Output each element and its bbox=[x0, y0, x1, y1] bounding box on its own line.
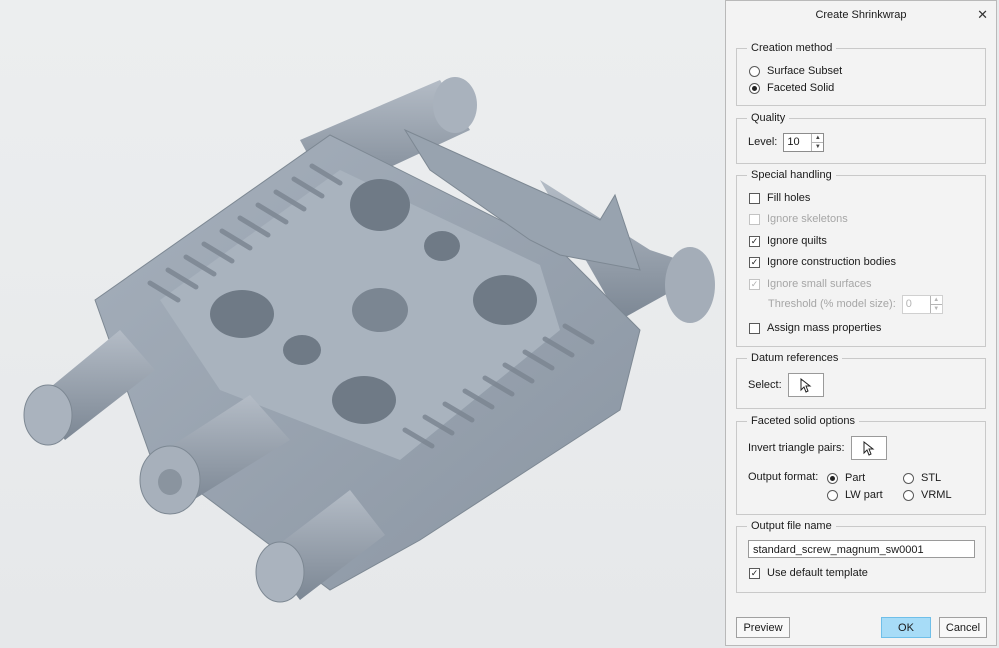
radio-format-vrml[interactable]: VRML bbox=[903, 486, 952, 504]
checkbox[interactable]: ✓ bbox=[749, 235, 760, 247]
datum-references-group: Datum references Select: bbox=[736, 351, 986, 409]
radio-button[interactable] bbox=[749, 82, 760, 94]
checkbox-label: Fill holes bbox=[767, 192, 811, 204]
cancel-button[interactable]: Cancel bbox=[939, 617, 987, 638]
radio-label: LW part bbox=[845, 489, 883, 501]
creation-method-group: Creation method Surface Subset Faceted S… bbox=[736, 41, 986, 106]
checkbox-fill-holes[interactable]: Fill holes bbox=[749, 189, 810, 207]
datum-select-row: Select: bbox=[748, 373, 824, 397]
radio-label: VRML bbox=[921, 489, 952, 501]
invert-label: Invert triangle pairs: bbox=[748, 442, 845, 454]
stepper-up-icon[interactable]: ▲ bbox=[812, 134, 824, 143]
close-icon[interactable]: ✕ bbox=[977, 1, 988, 29]
threshold-stepper: 0 ▲ ▼ bbox=[901, 294, 943, 314]
faceted-solid-options-group: Faceted solid options Invert triangle pa… bbox=[736, 414, 986, 515]
dialog-titlebar[interactable]: Create Shrinkwrap ✕ bbox=[726, 1, 996, 29]
cursor-arrow-icon bbox=[800, 377, 812, 393]
creation-method-legend: Creation method bbox=[747, 41, 837, 55]
stepper-down-icon[interactable]: ▼ bbox=[812, 143, 823, 151]
output-file-group: Output file name standard_screw_magnum_s… bbox=[736, 519, 986, 593]
output-format-label: Output format: bbox=[748, 471, 819, 483]
invert-triangle-row: Invert triangle pairs: bbox=[748, 436, 887, 460]
shrinkwrap-model bbox=[23, 77, 715, 603]
radio-label: Surface Subset bbox=[767, 65, 843, 77]
invert-select-button[interactable] bbox=[850, 436, 887, 460]
stepper-down-icon: ▼ bbox=[933, 305, 940, 312]
threshold-row: Threshold (% model size): 0 ▲ ▼ bbox=[768, 294, 943, 314]
level-label: Level: bbox=[748, 136, 778, 148]
level-value[interactable]: 10 bbox=[784, 134, 811, 151]
radio-label: Part bbox=[845, 472, 866, 484]
radio-label: Faceted Solid bbox=[767, 82, 835, 94]
radio-surface-subset[interactable]: Surface Subset bbox=[749, 62, 842, 80]
select-label: Select: bbox=[748, 379, 782, 391]
special-handling-group: Special handling Fill holes Ignore skele… bbox=[736, 168, 986, 347]
level-stepper[interactable]: 10 ▲ ▼ bbox=[783, 132, 825, 152]
quality-legend: Quality bbox=[747, 111, 790, 125]
quality-group: Quality Level: 10 ▲ ▼ bbox=[736, 111, 986, 164]
checkbox-ignore-quilts[interactable]: ✓ Ignore quilts bbox=[749, 232, 827, 250]
create-shrinkwrap-dialog: Create Shrinkwrap ✕ Creation method Surf… bbox=[725, 0, 997, 646]
radio-button[interactable] bbox=[903, 489, 914, 501]
preview-button[interactable]: Preview bbox=[736, 617, 790, 638]
ok-button[interactable]: OK bbox=[881, 617, 931, 638]
checkbox bbox=[749, 213, 760, 225]
checkbox-label: Assign mass properties bbox=[767, 322, 882, 334]
radio-button[interactable] bbox=[827, 472, 838, 484]
stepper-up-icon: ▲ bbox=[930, 296, 942, 305]
radio-label: STL bbox=[921, 472, 942, 484]
radio-button[interactable] bbox=[903, 472, 914, 484]
radio-format-stl[interactable]: STL bbox=[903, 469, 941, 487]
checkbox-label: Ignore small surfaces bbox=[767, 278, 872, 290]
radio-button[interactable] bbox=[827, 489, 838, 501]
threshold-label: Threshold (% model size): bbox=[768, 298, 896, 310]
threshold-value: 0 bbox=[905, 297, 912, 310]
checkbox: ✓ bbox=[749, 278, 760, 290]
cursor-arrow-icon bbox=[863, 440, 875, 456]
checkbox[interactable]: ✓ bbox=[749, 256, 760, 268]
checkbox-label: Ignore construction bodies bbox=[767, 256, 897, 268]
checkbox-ignore-construction-bodies[interactable]: ✓ Ignore construction bodies bbox=[749, 253, 896, 271]
checkbox[interactable] bbox=[749, 322, 760, 334]
checkbox[interactable] bbox=[749, 192, 760, 204]
checkbox-label: Use default template bbox=[767, 567, 868, 579]
output-file-name-input[interactable]: standard_screw_magnum_sw0001 bbox=[748, 540, 975, 558]
checkbox-label: Ignore quilts bbox=[767, 235, 827, 247]
datum-select-button[interactable] bbox=[787, 373, 824, 397]
quality-level-row: Level: 10 ▲ ▼ bbox=[748, 132, 825, 152]
datum-references-legend: Datum references bbox=[747, 351, 843, 365]
model-viewport[interactable] bbox=[0, 0, 725, 648]
checkbox-label: Ignore skeletons bbox=[767, 213, 848, 225]
checkbox[interactable]: ✓ bbox=[749, 567, 760, 579]
faceted-solid-options-legend: Faceted solid options bbox=[747, 414, 859, 428]
radio-button[interactable] bbox=[749, 65, 760, 77]
radio-format-part[interactable]: Part bbox=[827, 469, 865, 487]
dialog-title: Create Shrinkwrap bbox=[815, 9, 907, 21]
special-handling-legend: Special handling bbox=[747, 168, 836, 182]
checkbox-assign-mass[interactable]: Assign mass properties bbox=[749, 319, 881, 337]
checkbox-ignore-skeletons: Ignore skeletons bbox=[749, 210, 848, 228]
radio-faceted-solid[interactable]: Faceted Solid bbox=[749, 79, 834, 97]
output-file-legend: Output file name bbox=[747, 519, 836, 533]
checkbox-use-default-template[interactable]: ✓ Use default template bbox=[749, 564, 868, 582]
radio-format-lw-part[interactable]: LW part bbox=[827, 486, 883, 504]
checkbox-ignore-small-surfaces: ✓ Ignore small surfaces bbox=[749, 275, 872, 293]
